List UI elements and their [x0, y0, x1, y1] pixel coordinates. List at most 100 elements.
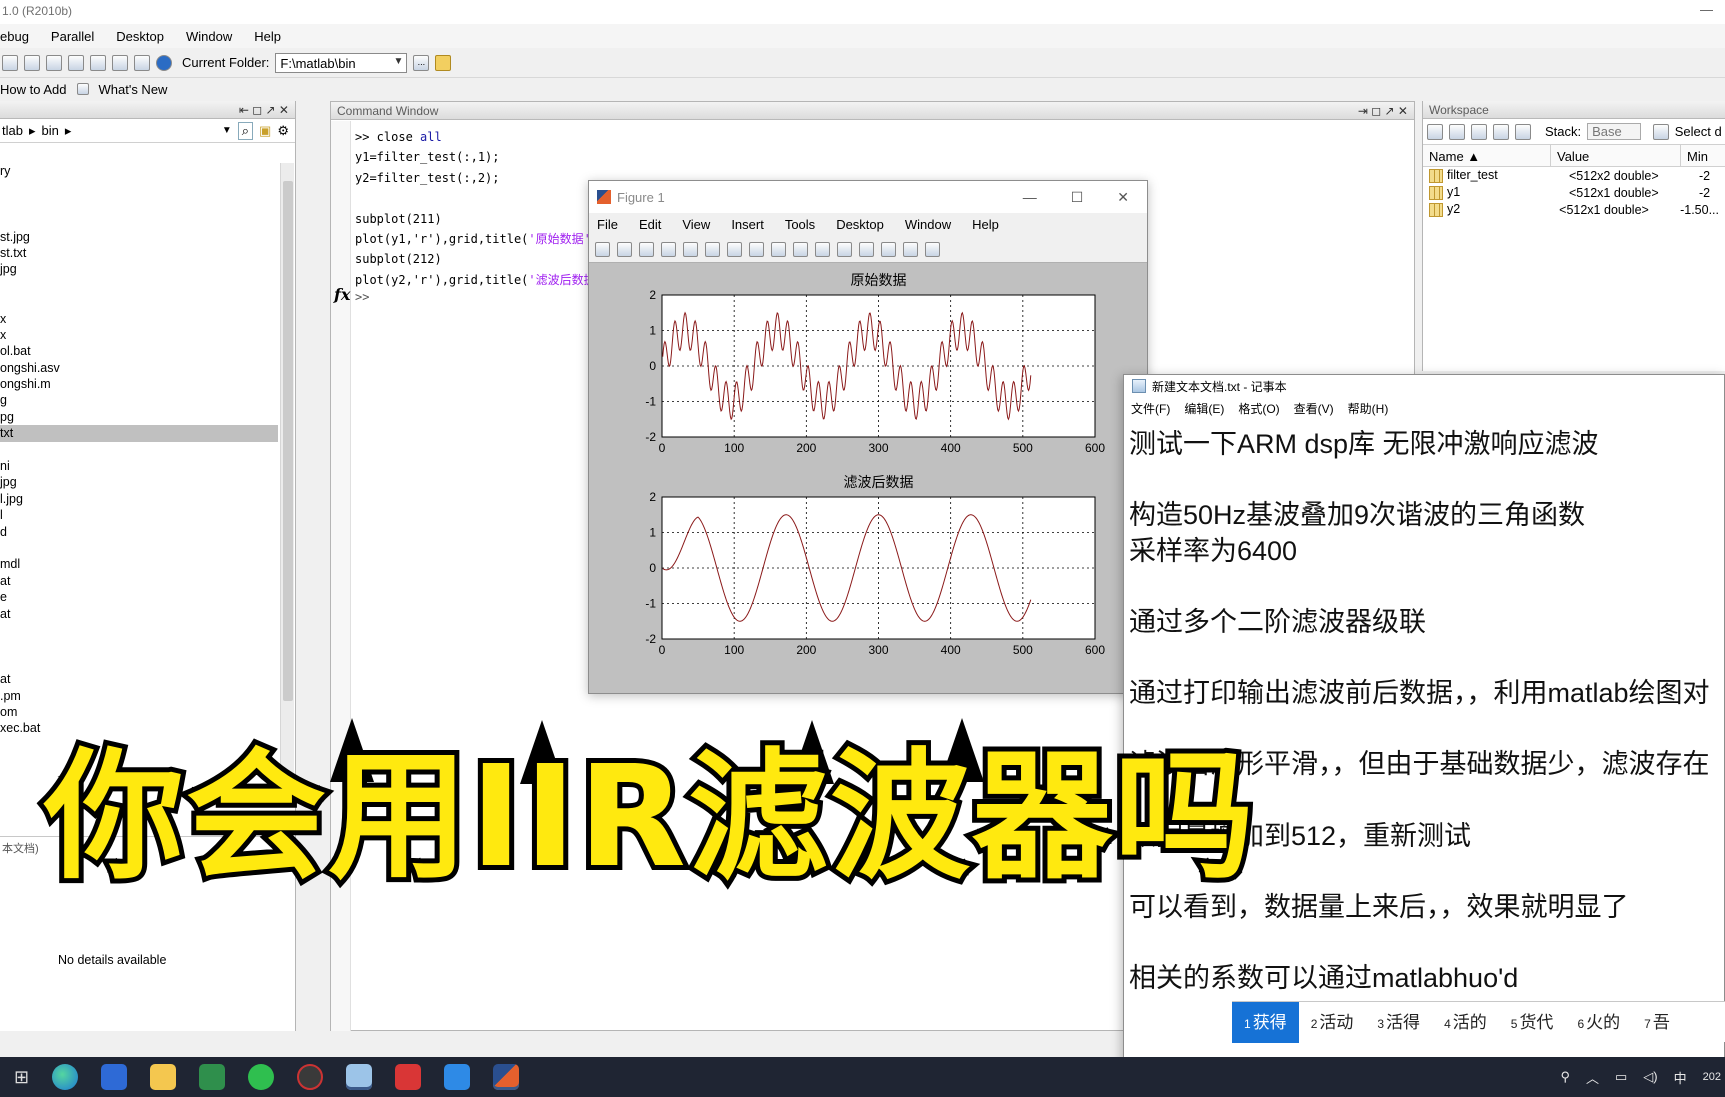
zoom-in-icon[interactable]: [705, 242, 720, 257]
maximize-icon[interactable]: ☐: [1071, 189, 1084, 206]
browse-button[interactable]: ...: [413, 54, 430, 71]
save-workspace-icon[interactable]: [1493, 123, 1509, 140]
new-figure-icon[interactable]: [595, 242, 610, 257]
ime-candidate[interactable]: 6 火的: [1565, 1002, 1632, 1043]
file-list-item[interactable]: x: [0, 311, 278, 327]
file-list-item[interactable]: om: [0, 704, 278, 720]
link-plot-icon[interactable]: [837, 242, 852, 257]
ime-candidate[interactable]: 1 获得: [1232, 1001, 1299, 1043]
file-list-item[interactable]: ry: [0, 163, 278, 179]
file-list-item[interactable]: txt: [0, 425, 278, 442]
legend-icon[interactable]: [881, 242, 896, 257]
menu-window[interactable]: Window: [186, 29, 232, 48]
help-icon[interactable]: [156, 54, 172, 71]
pan-icon[interactable]: [749, 242, 764, 257]
fig-menu-view[interactable]: View: [682, 217, 710, 237]
shortcut-whats-new[interactable]: What's New: [99, 82, 168, 97]
shortcut-how-to-add[interactable]: How to Add: [0, 82, 67, 97]
np-menu-format[interactable]: 格式(O): [1238, 400, 1279, 419]
file-list-item[interactable]: pg: [0, 409, 278, 425]
scrollbar-thumb[interactable]: [283, 181, 293, 701]
folder-icon[interactable]: ▣: [259, 123, 271, 139]
path-dropdown-icon[interactable]: ▼: [222, 125, 232, 136]
file-list-item[interactable]: mdl: [0, 556, 278, 572]
menu-desktop[interactable]: Desktop: [116, 29, 164, 48]
data-cursor-icon[interactable]: [793, 242, 808, 257]
file-list-item[interactable]: ongshi.asv: [0, 360, 278, 376]
pointer-icon[interactable]: [683, 242, 698, 257]
edge-icon[interactable]: [52, 1064, 79, 1090]
import-data-icon[interactable]: [1471, 123, 1487, 140]
menu-help[interactable]: Help: [254, 29, 281, 48]
fig-menu-edit[interactable]: Edit: [639, 217, 661, 237]
chevron-down-icon[interactable]: ▼: [394, 56, 404, 67]
redo-icon[interactable]: [68, 54, 84, 71]
file-list-item[interactable]: [0, 540, 278, 556]
file-list-item[interactable]: .pm: [0, 688, 278, 704]
file-list-item[interactable]: [0, 294, 278, 310]
file-list-item[interactable]: at: [0, 573, 278, 589]
zoom-out-icon[interactable]: [727, 242, 742, 257]
file-list-item[interactable]: at: [0, 671, 278, 687]
feishu-icon[interactable]: [444, 1064, 471, 1090]
g-app-icon[interactable]: [101, 1064, 128, 1090]
file-list-item[interactable]: l.jpg: [0, 491, 278, 507]
file-list-item[interactable]: [0, 196, 278, 212]
current-folder-input[interactable]: F:\matlab\bin ▼: [275, 52, 408, 73]
simulink-icon[interactable]: [90, 54, 106, 71]
rotate-icon[interactable]: [771, 242, 786, 257]
file-list-item[interactable]: [0, 212, 278, 228]
matlab-task-icon[interactable]: [493, 1064, 520, 1090]
ime-candidate[interactable]: 7吾: [1632, 1002, 1682, 1043]
save-icon[interactable]: [639, 242, 654, 257]
file-list-item[interactable]: l: [0, 507, 278, 523]
file-list-item[interactable]: [0, 442, 278, 458]
volume-icon[interactable]: ◁): [1643, 1069, 1657, 1085]
gear-icon[interactable]: ⚙: [277, 123, 289, 139]
fig-menu-insert[interactable]: Insert: [731, 217, 764, 237]
ime-candidate[interactable]: 3 活得: [1365, 1002, 1432, 1043]
file-list-item[interactable]: jpg: [0, 261, 278, 277]
fig-menu-file[interactable]: File: [597, 217, 618, 237]
fig-menu-desktop[interactable]: Desktop: [836, 217, 884, 237]
breadcrumb-item[interactable]: tlab: [2, 123, 23, 138]
language-indicator[interactable]: 中: [1674, 1068, 1687, 1087]
hide-tools-icon[interactable]: [903, 242, 918, 257]
user-icon[interactable]: ⚲: [1560, 1069, 1570, 1085]
file-list-item[interactable]: ni: [0, 458, 278, 474]
file-list-item[interactable]: jpg: [0, 474, 278, 490]
clock-fragment[interactable]: 202: [1703, 1071, 1721, 1083]
file-list-item[interactable]: ongshi.m: [0, 376, 278, 392]
file-list-item[interactable]: [0, 179, 278, 195]
column-value[interactable]: Value: [1551, 145, 1681, 166]
command-prompt[interactable]: >>: [355, 290, 369, 304]
file-list-item[interactable]: d: [0, 524, 278, 540]
tray-chevron-icon[interactable]: ︿: [1586, 1068, 1599, 1087]
fx-icon[interactable]: fx: [334, 285, 350, 304]
open-icon[interactable]: [2, 54, 18, 71]
np-menu-edit[interactable]: 编辑(E): [1184, 400, 1224, 419]
file-list-item[interactable]: [0, 278, 278, 294]
menu-debug[interactable]: ebug: [0, 29, 29, 48]
file-list-item[interactable]: at: [0, 606, 278, 622]
network-icon[interactable]: ▭: [1615, 1069, 1627, 1085]
close-icon[interactable]: ✕: [1117, 189, 1129, 206]
notepad-text-area[interactable]: 测试一下ARM dsp库 无限冲激响应滤波 构造50Hz基波叠加9次谐波的三角函数…: [1129, 427, 1725, 997]
paste-icon[interactable]: [24, 54, 40, 71]
new-variable-icon[interactable]: [1427, 123, 1443, 140]
brush-icon[interactable]: [815, 242, 830, 257]
breadcrumb[interactable]: tlab ▸ bin ▸ ▼ ⌕ ▣ ⚙: [0, 119, 295, 143]
colorbar-icon[interactable]: [859, 242, 874, 257]
file-list-item[interactable]: [0, 655, 278, 671]
undo-icon[interactable]: [46, 54, 62, 71]
file-explorer-icon[interactable]: [150, 1064, 177, 1090]
file-list-item[interactable]: st.txt: [0, 245, 278, 261]
ime-candidate[interactable]: 4 活的: [1432, 1002, 1499, 1043]
guide-icon[interactable]: [112, 54, 128, 71]
ime-candidate[interactable]: 5 货代: [1499, 1002, 1566, 1043]
np-menu-help[interactable]: 帮助(H): [1348, 400, 1389, 419]
file-list-item[interactable]: st.jpg: [0, 229, 278, 245]
tool-app-icon[interactable]: [297, 1064, 324, 1090]
np-menu-view[interactable]: 查看(V): [1294, 400, 1334, 419]
notepad-task-icon[interactable]: [346, 1064, 373, 1090]
